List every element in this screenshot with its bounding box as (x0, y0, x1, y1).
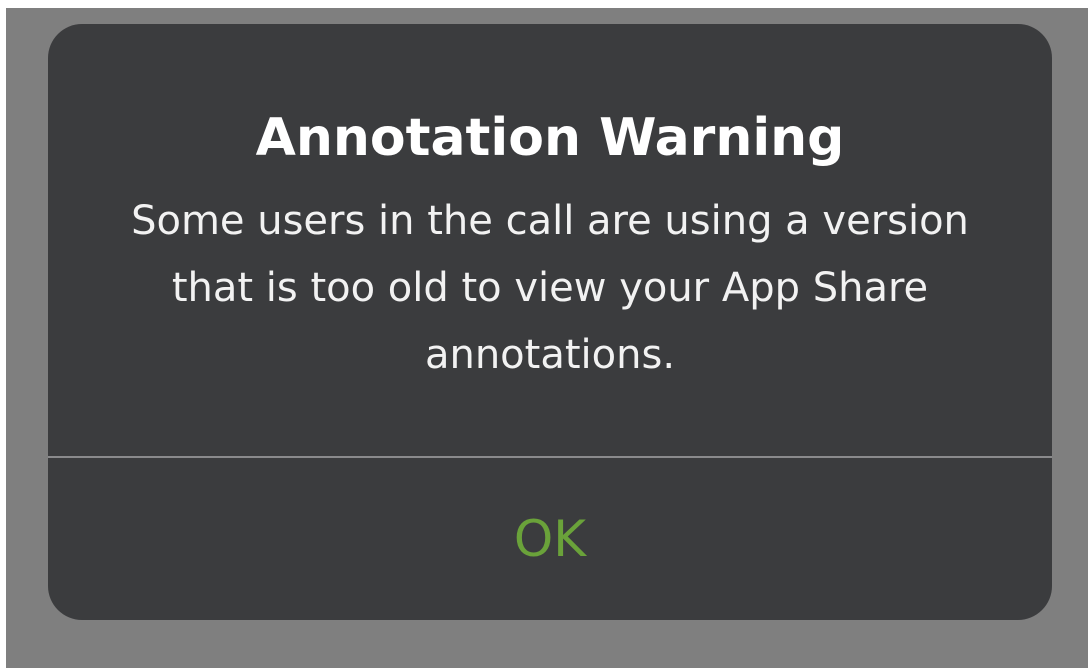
dialog-body: Annotation Warning Some users in the cal… (48, 24, 1052, 456)
dialog-message: Some users in the call are using a versi… (131, 198, 969, 378)
annotation-warning-dialog: Annotation Warning Some users in the cal… (48, 24, 1052, 620)
dialog-title: Annotation Warning (255, 108, 845, 168)
ok-button[interactable]: OK (48, 458, 1052, 620)
